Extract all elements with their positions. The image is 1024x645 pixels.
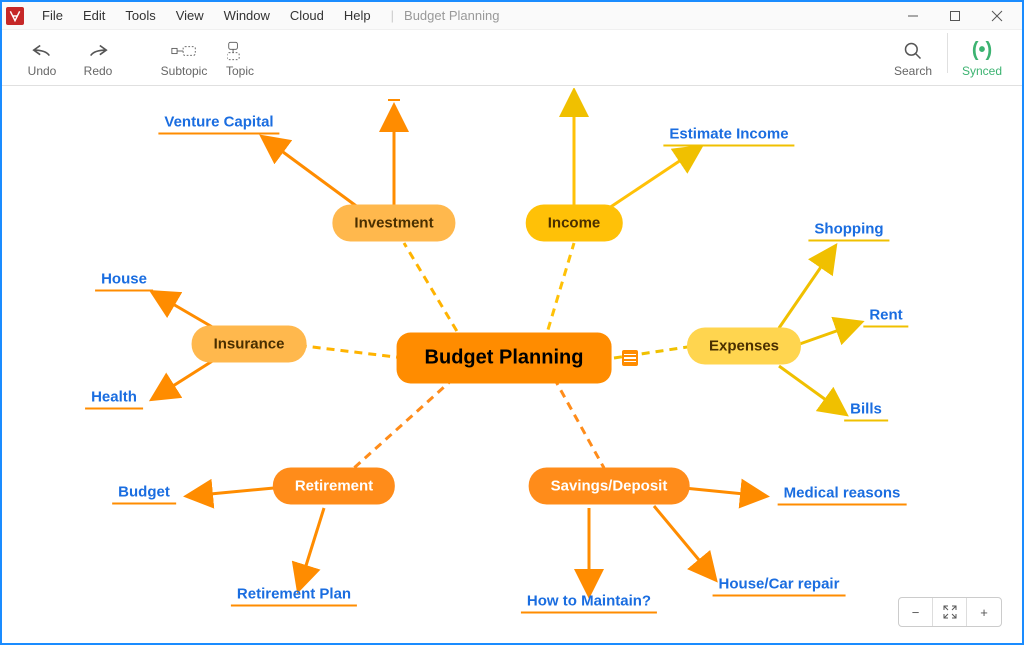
leaf-health[interactable]: Health [85,387,143,410]
subtopic-button[interactable]: Subtopic [156,33,212,83]
undo-button[interactable]: Undo [14,33,70,83]
topic-button[interactable]: Topic [212,33,268,83]
close-button[interactable] [976,2,1018,30]
menu-file[interactable]: File [32,4,73,27]
leaf-investment-top[interactable] [388,95,400,101]
mindmap-canvas[interactable]: Budget Planning Investment Income Expens… [4,88,1020,641]
minimize-button[interactable] [892,2,934,30]
redo-button[interactable]: Redo [70,33,126,83]
sync-icon: (•) [972,38,992,64]
leaf-rent[interactable]: Rent [863,305,908,328]
undo-icon [31,38,53,64]
leaf-bills[interactable]: Bills [844,399,888,422]
search-icon [903,38,923,64]
zoom-out-button[interactable]: − [899,598,933,626]
leaf-house[interactable]: House [95,269,153,292]
sync-label: Synced [962,64,1002,78]
leaf-estimate-income[interactable]: Estimate Income [663,124,794,147]
maximize-button[interactable] [934,2,976,30]
redo-icon [87,38,109,64]
menu-edit[interactable]: Edit [73,4,115,27]
menu-bar: File Edit Tools View Window Cloud Help [32,4,381,27]
leaf-house-car-repair[interactable]: House/Car repair [713,574,846,597]
topic-expenses[interactable]: Expenses [687,328,801,365]
title-separator: | [391,8,394,23]
menu-help[interactable]: Help [334,4,381,27]
topic-investment[interactable]: Investment [332,205,455,242]
titlebar: File Edit Tools View Window Cloud Help |… [2,2,1022,30]
sync-status[interactable]: (•) Synced [954,33,1010,83]
menu-cloud[interactable]: Cloud [280,4,334,27]
redo-label: Redo [84,64,113,78]
topic-savings[interactable]: Savings/Deposit [529,468,690,505]
topic-income[interactable]: Income [526,205,623,242]
document-title: Budget Planning [404,8,499,23]
app-icon [6,7,24,25]
central-topic[interactable]: Budget Planning [397,333,612,384]
menu-window[interactable]: Window [214,4,280,27]
subtopic-label: Subtopic [161,64,208,78]
topic-label: Topic [226,64,254,78]
menu-view[interactable]: View [166,4,214,27]
fit-screen-button[interactable] [933,598,967,626]
leaf-budget[interactable]: Budget [112,482,176,505]
leaf-how-maintain[interactable]: How to Maintain? [521,591,657,614]
search-label: Search [894,64,932,78]
leaf-medical-reasons[interactable]: Medical reasons [778,483,907,506]
subtopic-icon [171,38,197,64]
leaf-venture-capital[interactable]: Venture Capital [158,112,279,135]
note-icon[interactable] [622,350,638,366]
leaf-retirement-plan[interactable]: Retirement Plan [231,584,357,607]
topic-icon [227,38,253,64]
undo-label: Undo [28,64,57,78]
zoom-controls: − + [898,597,1002,627]
zoom-in-button[interactable]: + [967,598,1001,626]
menu-tools[interactable]: Tools [115,4,165,27]
topic-retirement[interactable]: Retirement [273,468,395,505]
leaf-shopping[interactable]: Shopping [808,219,889,242]
topic-insurance[interactable]: Insurance [192,326,307,363]
toolbar: Undo Redo Subtopic Topic [2,30,1022,86]
search-button[interactable]: Search [885,33,941,83]
